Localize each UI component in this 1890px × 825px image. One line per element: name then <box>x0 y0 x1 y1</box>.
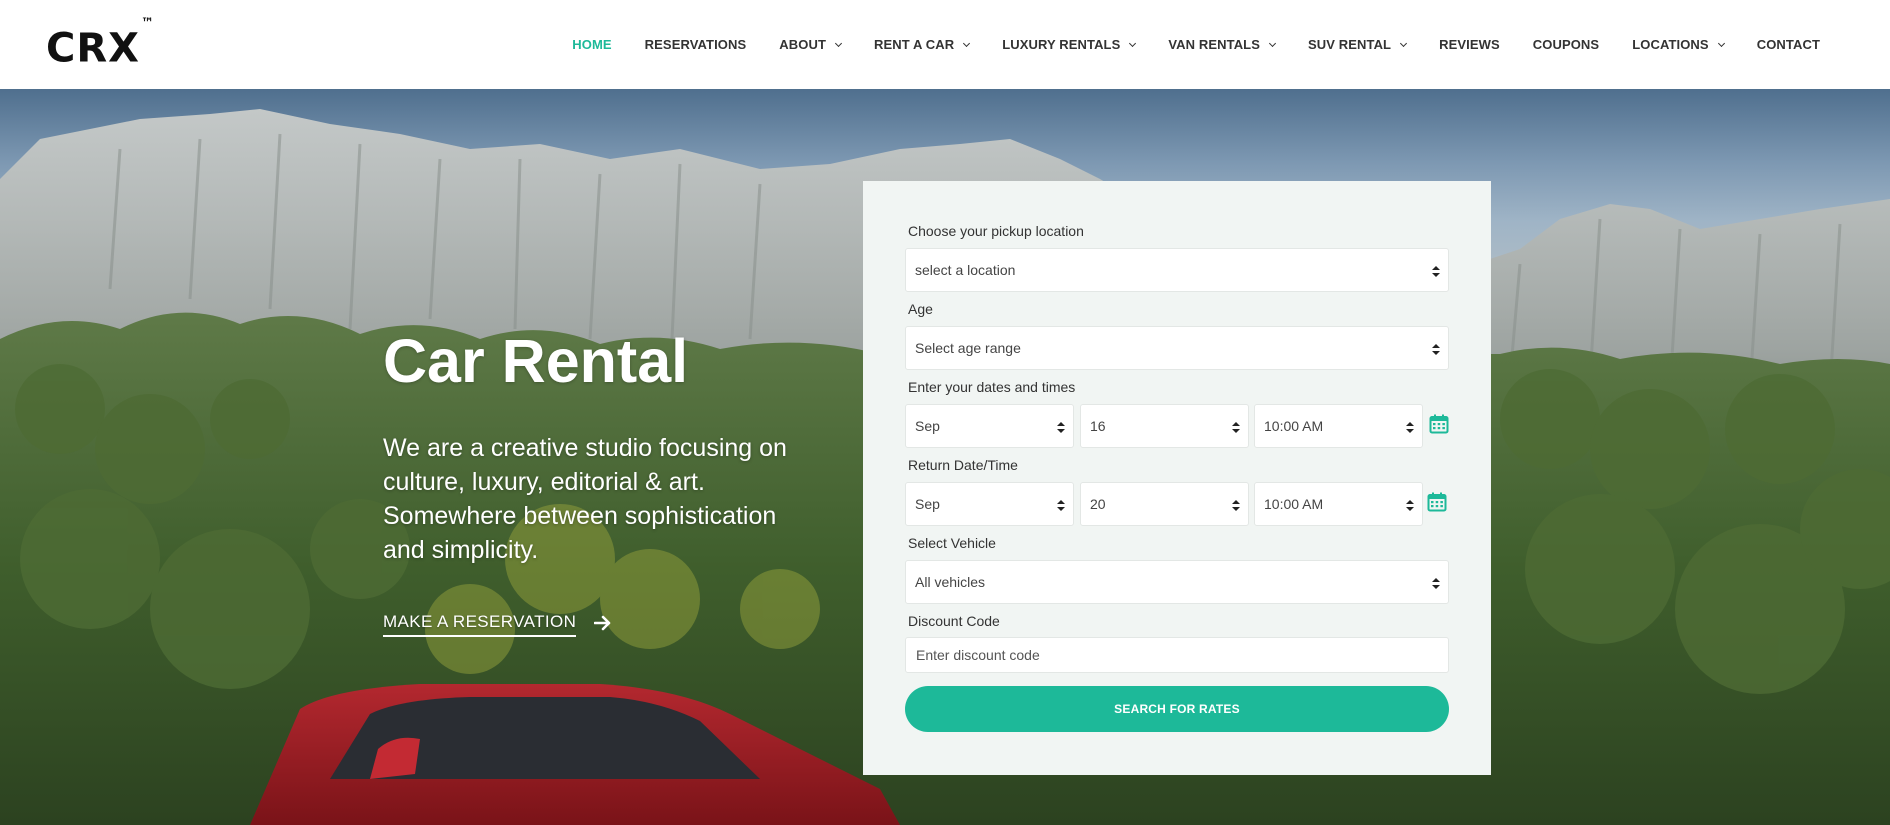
select-arrows-icon <box>1432 266 1440 277</box>
nav-label: RESERVATIONS <box>644 37 747 52</box>
pickup-location-label: Choose your pickup location <box>908 223 1084 239</box>
nav-locations[interactable]: LOCATIONS <box>1632 37 1725 52</box>
nav-label: LOCATIONS <box>1632 37 1709 52</box>
vehicle-select[interactable]: All vehicles <box>905 560 1449 604</box>
pickup-month-select[interactable]: Sep <box>905 404 1074 448</box>
select-arrows-icon <box>1232 500 1240 511</box>
nav-label: HOME <box>572 37 612 52</box>
select-arrows-icon <box>1432 344 1440 355</box>
pickup-time-value: 10:00 AM <box>1264 418 1324 434</box>
nav-reviews[interactable]: REVIEWS <box>1439 37 1500 52</box>
search-rates-button[interactable]: SEARCH FOR RATES <box>905 686 1449 732</box>
hero-title: Car Rental <box>383 327 689 395</box>
hero-description: We are a creative studio focusing on cul… <box>383 434 787 564</box>
main-nav: HOME RESERVATIONS ABOUT RENT A CAR LUXUR… <box>539 0 1820 89</box>
pickup-location-select[interactable]: select a location <box>905 248 1449 292</box>
nav-label: ABOUT <box>779 37 826 52</box>
discount-code-input[interactable] <box>905 637 1449 673</box>
chevron-down-icon <box>1268 39 1277 47</box>
return-calendar-icon[interactable] <box>1427 492 1447 512</box>
chevron-down-icon <box>1717 39 1725 47</box>
select-arrows-icon <box>1057 422 1065 433</box>
select-arrows-icon <box>1232 422 1240 433</box>
pickup-day-value: 16 <box>1090 418 1106 434</box>
nav-van-rentals[interactable]: VAN RENTALS <box>1168 37 1277 52</box>
vehicle-label: Select Vehicle <box>908 535 996 551</box>
chevron-down-icon <box>1129 39 1137 47</box>
nav-reservations[interactable]: RESERVATIONS <box>645 37 747 52</box>
return-day-value: 20 <box>1090 496 1106 512</box>
make-reservation-link[interactable]: MAKE A RESERVATION <box>383 612 612 637</box>
nav-label: RENT A CAR <box>874 37 955 52</box>
vehicle-value: All vehicles <box>915 574 986 590</box>
logo-text: CRX <box>46 25 140 72</box>
nav-label: COUPONS <box>1532 37 1600 52</box>
brand-logo[interactable]: CRX™ <box>46 16 154 72</box>
return-time-value: 10:00 AM <box>1264 496 1324 512</box>
pickup-location-value: select a location <box>915 262 1016 278</box>
nav-suv-rental[interactable]: SUV RENTAL <box>1308 37 1408 52</box>
discount-label: Discount Code <box>908 613 1000 629</box>
age-value: Select age range <box>915 340 1021 356</box>
arrow-right-icon <box>594 615 611 630</box>
age-label: Age <box>908 301 933 317</box>
pickup-month-value: Sep <box>915 418 940 434</box>
select-arrows-icon <box>1406 500 1414 511</box>
nav-luxury-rentals[interactable]: LUXURY RENTALS <box>1002 37 1137 52</box>
pickup-day-select[interactable]: 16 <box>1080 404 1249 448</box>
nav-contact[interactable]: CONTACT <box>1757 37 1820 52</box>
chevron-down-icon <box>834 39 843 47</box>
nav-label: VAN RENTALS <box>1168 37 1260 52</box>
pickup-calendar-icon[interactable] <box>1429 414 1449 434</box>
return-label: Return Date/Time <box>908 457 1018 473</box>
nav-label: LUXURY RENTALS <box>1002 37 1121 52</box>
trademark-mark: ™ <box>141 16 154 31</box>
site-header: CRX™ HOME RESERVATIONS ABOUT RENT A CAR … <box>0 0 1890 89</box>
nav-coupons[interactable]: COUPONS <box>1533 37 1599 52</box>
booking-form: Choose your pickup location select a loc… <box>863 181 1491 775</box>
nav-label: SUV RENTAL <box>1308 37 1392 52</box>
return-day-select[interactable]: 20 <box>1080 482 1249 526</box>
pickup-time-select[interactable]: 10:00 AM <box>1254 404 1423 448</box>
nav-about[interactable]: ABOUT <box>779 37 843 52</box>
return-month-select[interactable]: Sep <box>905 482 1074 526</box>
select-arrows-icon <box>1057 500 1065 511</box>
return-month-value: Sep <box>915 496 940 512</box>
return-time-select[interactable]: 10:00 AM <box>1254 482 1423 526</box>
nav-label: CONTACT <box>1756 37 1820 52</box>
nav-label: REVIEWS <box>1439 37 1500 52</box>
age-select[interactable]: Select age range <box>905 326 1449 370</box>
select-arrows-icon <box>1406 422 1414 433</box>
nav-rent-a-car[interactable]: RENT A CAR <box>874 37 971 52</box>
chevron-down-icon <box>963 39 971 47</box>
select-arrows-icon <box>1432 578 1440 589</box>
nav-home[interactable]: HOME <box>572 37 611 52</box>
chevron-down-icon <box>1400 39 1408 47</box>
dates-label: Enter your dates and times <box>908 379 1076 395</box>
make-reservation-label: MAKE A RESERVATION <box>383 612 577 637</box>
